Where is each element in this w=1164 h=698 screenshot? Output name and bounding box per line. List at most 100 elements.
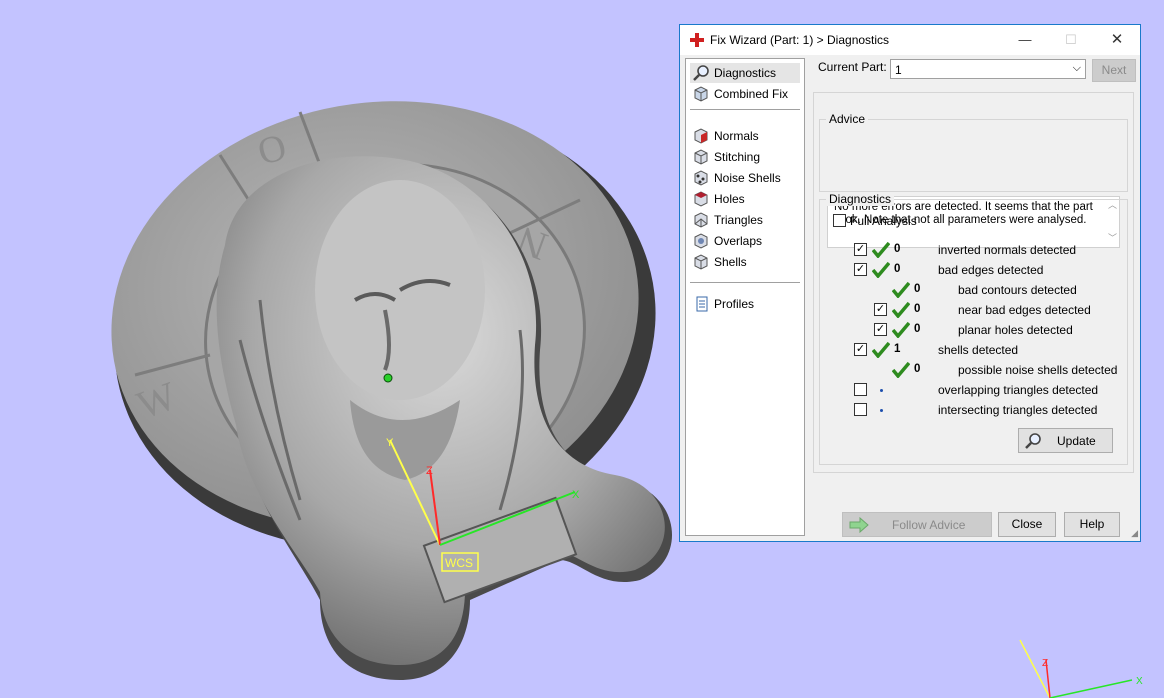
next-button[interactable]: Next	[1092, 59, 1136, 82]
close-window-button[interactable]: ✕	[1094, 25, 1140, 55]
wcs-label: WCS	[445, 556, 473, 570]
nav-item-shells[interactable]: Shells	[690, 252, 800, 272]
app-cross-icon	[690, 33, 704, 47]
ok-check-icon	[872, 342, 890, 358]
close-button[interactable]: Close	[998, 512, 1056, 537]
full-analysis-checkbox[interactable]	[833, 214, 846, 227]
minimize-button[interactable]: —	[1002, 25, 1048, 55]
pending-dot-icon	[880, 389, 883, 392]
ok-check-icon	[892, 362, 910, 378]
current-part-label: Current Part:	[818, 60, 887, 74]
ok-check-icon	[872, 242, 890, 258]
current-part-value: 1	[895, 63, 902, 77]
cube-icon	[694, 86, 708, 102]
help-button[interactable]: Help	[1064, 512, 1120, 537]
resize-grip-icon[interactable]: ◢	[1131, 528, 1138, 539]
nav-item-triangles[interactable]: Triangles	[690, 210, 800, 230]
diagnostics-title: Diagnostics	[826, 192, 895, 206]
diag-label: overlapping triangles detected	[938, 383, 1099, 397]
update-button[interactable]: Update	[1018, 428, 1113, 453]
diag-checkbox[interactable]	[854, 403, 867, 416]
ok-check-icon	[892, 302, 910, 318]
diag-count: 0	[894, 263, 901, 275]
nav-item-label: Triangles	[714, 213, 763, 227]
nav-item-label: Shells	[714, 255, 747, 269]
nav-item-diagnostics[interactable]: Diagnostics	[690, 63, 800, 83]
diag-label: planar holes detected	[958, 323, 1073, 337]
update-label: Update	[1057, 434, 1096, 448]
nav-item-label: Overlaps	[714, 234, 763, 248]
diag-label: possible noise shells detected	[958, 363, 1118, 377]
corner-axes-indicator: Z X	[1019, 639, 1143, 698]
arrow-right-icon	[849, 517, 869, 533]
nav-item-overlaps[interactable]: Overlaps	[690, 231, 800, 251]
diag-label: shells detected	[938, 343, 1019, 357]
follow-advice-button[interactable]: Follow Advice	[842, 512, 992, 537]
nav-divider	[690, 282, 800, 283]
ok-check-icon	[872, 262, 890, 278]
nav-item-label: Combined Fix	[714, 87, 789, 101]
nav-item-label: Diagnostics	[714, 66, 777, 80]
nav-item-noise-shells[interactable]: Noise Shells	[690, 168, 800, 188]
wizard-nav-panel: Diagnostics Combined Fix Normals Stitchi…	[685, 58, 805, 536]
diag-checkbox[interactable]: ✓	[854, 343, 867, 356]
diag-count: 0	[914, 283, 921, 295]
overlaps-icon	[694, 233, 708, 249]
triangles-icon	[694, 212, 708, 228]
axis-y-label: Y	[386, 437, 394, 449]
diag-label: intersecting triangles detected	[938, 403, 1098, 417]
diag-checkbox[interactable]: ✓	[874, 323, 887, 336]
chevron-down-icon: ⌵	[1072, 62, 1081, 74]
follow-advice-label: Follow Advice	[892, 518, 966, 532]
noise-shells-icon	[694, 170, 708, 186]
corner-axis-x-label: X	[1136, 676, 1143, 687]
fix-wizard-dialog: Fix Wizard (Part: 1) > Diagnostics — ☐ ✕…	[679, 24, 1141, 542]
diag-count: 0	[914, 303, 921, 315]
diag-label: inverted normals detected	[938, 243, 1077, 257]
stitching-icon	[694, 149, 708, 165]
nav-item-normals[interactable]: Normals	[690, 126, 800, 146]
main-panel: Advice No more errors are detected. It s…	[813, 92, 1134, 473]
document-icon	[696, 296, 708, 312]
maximize-button[interactable]: ☐	[1048, 25, 1094, 55]
nav-item-label: Holes	[714, 192, 745, 206]
diag-checkbox[interactable]	[854, 383, 867, 396]
normals-icon	[694, 128, 708, 144]
nav-item-combined-fix[interactable]: Combined Fix	[690, 84, 800, 104]
full-analysis-label: Full Analysis	[850, 214, 917, 228]
nav-item-holes[interactable]: Holes	[690, 189, 800, 209]
diag-label: near bad edges detected	[958, 303, 1091, 317]
diag-count: 0	[914, 363, 921, 375]
shells-icon	[694, 254, 708, 270]
diag-count: 0	[914, 323, 921, 335]
holes-icon	[694, 191, 708, 207]
nav-item-stitching[interactable]: Stitching	[690, 147, 800, 167]
nav-item-profiles[interactable]: Profiles	[690, 294, 800, 314]
diag-checkbox[interactable]: ✓	[854, 263, 867, 276]
nav-item-label: Stitching	[714, 150, 761, 164]
diag-checkbox[interactable]: ✓	[854, 243, 867, 256]
magnifier-icon	[1025, 433, 1041, 449]
ok-check-icon	[892, 322, 910, 338]
title-bar[interactable]: Fix Wizard (Part: 1) > Diagnostics — ☐ ✕	[680, 25, 1140, 55]
diag-label: bad edges detected	[938, 263, 1044, 277]
nav-item-label: Normals	[714, 129, 759, 143]
nav-item-label: Noise Shells	[714, 171, 781, 185]
diag-count: 0	[894, 243, 901, 255]
dialog-title: Fix Wizard (Part: 1) > Diagnostics	[710, 33, 890, 47]
axis-x-label: X	[572, 489, 580, 501]
diag-checkbox[interactable]: ✓	[874, 303, 887, 316]
magnifier-icon	[693, 65, 709, 81]
diag-count: 1	[894, 343, 901, 355]
corner-axis-z-label: Z	[1042, 658, 1048, 669]
current-part-select[interactable]: 1 ⌵	[890, 59, 1086, 79]
rotation-center-marker	[383, 373, 393, 383]
advice-title: Advice	[826, 112, 869, 126]
ok-check-icon	[892, 282, 910, 298]
advice-group: Advice	[819, 112, 1128, 192]
nav-divider	[690, 109, 800, 110]
axis-z-label: Z	[426, 465, 433, 477]
pending-dot-icon	[880, 409, 883, 412]
diag-label: bad contours detected	[958, 283, 1077, 297]
nav-item-label: Profiles	[714, 297, 755, 311]
